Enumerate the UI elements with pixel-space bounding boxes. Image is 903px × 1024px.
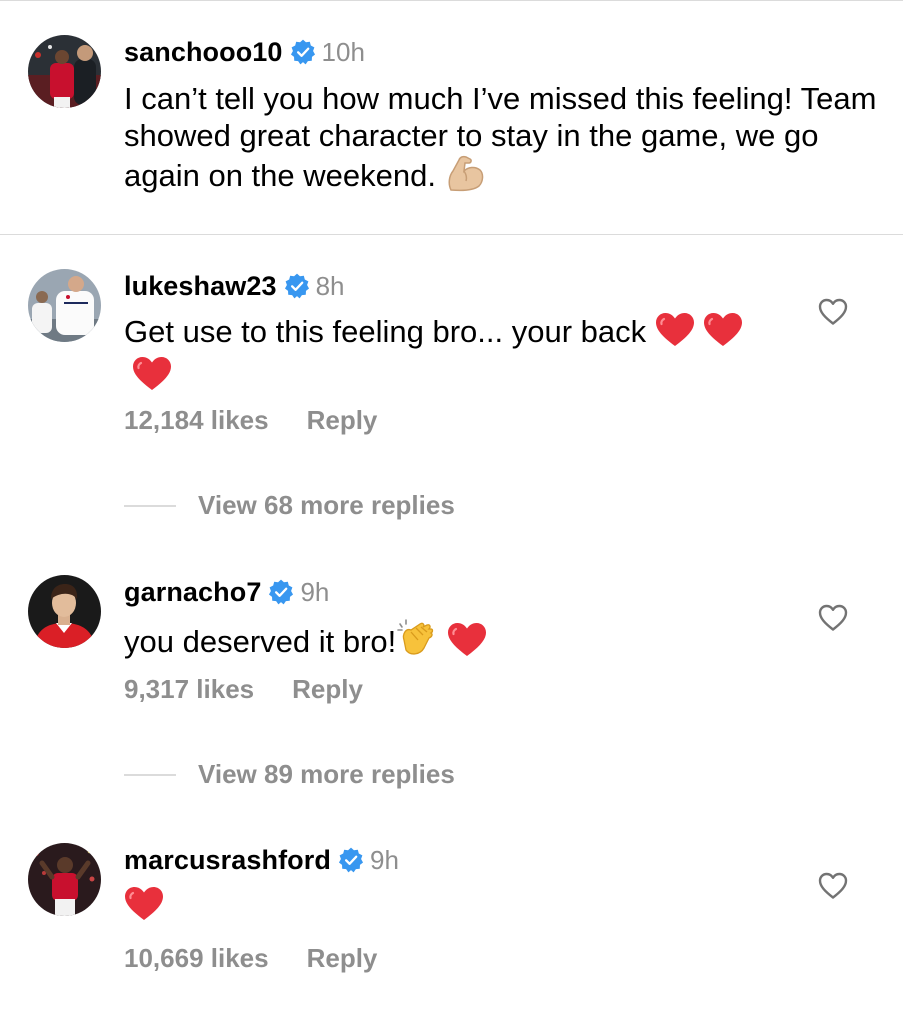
comment-text: Get use to this feeling bro... your back [124, 312, 784, 400]
comment-text-content: Get use to this feeling bro... your back [124, 314, 647, 349]
verified-badge-icon [268, 579, 294, 605]
comment-header: garnacho7 9h [124, 575, 329, 609]
post-caption: I can’t tell you how much I’ve missed th… [124, 80, 884, 200]
comment-header: marcusrashford 9h [124, 843, 399, 877]
view-replies-button[interactable]: View 89 more replies [124, 759, 455, 790]
replies-divider-line [124, 504, 176, 507]
comment-time: 9h [369, 844, 399, 875]
post-header: sanchooo10 10h [124, 35, 365, 69]
view-replies-button[interactable]: View 68 more replies [124, 490, 455, 521]
post-time: 10h [321, 36, 365, 67]
comment-meta: 12,184 likes Reply [124, 405, 377, 436]
top-divider [0, 0, 903, 1]
like-heart-icon[interactable] [818, 298, 848, 326]
comment-username[interactable]: garnacho7 [124, 577, 261, 608]
comment-meta: 9,317 likes Reply [124, 674, 363, 705]
comment-text: you deserved it bro! [124, 618, 784, 666]
garnacho7-avatar[interactable] [28, 575, 101, 648]
view-replies-label: View 89 more replies [198, 759, 455, 789]
comment-meta: 10,669 likes Reply [124, 943, 377, 974]
comment-username[interactable]: marcusrashford [124, 845, 331, 876]
comment-time: 9h [300, 576, 330, 607]
view-replies-label: View 68 more replies [198, 490, 455, 520]
like-heart-icon[interactable] [818, 604, 848, 632]
comments-screen: sanchooo10 10h I can’t tell you how much… [0, 0, 903, 1024]
comment-username[interactable]: lukeshaw23 [124, 271, 277, 302]
red-heart-icon [132, 356, 172, 400]
comment-header: lukeshaw23 8h [124, 269, 345, 303]
red-heart-icon [124, 886, 164, 930]
lukeshaw23-avatar[interactable] [28, 269, 101, 342]
reply-button[interactable]: Reply [292, 674, 363, 705]
post-username[interactable]: sanchooo10 [124, 37, 283, 68]
like-count[interactable]: 9,317 likes [124, 674, 254, 705]
replies-divider-line [124, 773, 176, 776]
reply-button[interactable]: Reply [307, 943, 378, 974]
like-count[interactable]: 10,669 likes [124, 943, 269, 974]
comment-text [124, 886, 784, 930]
verified-badge-icon [338, 847, 364, 873]
caption-divider [0, 234, 903, 235]
reply-button[interactable]: Reply [307, 405, 378, 436]
comment-text-content: you deserved it bro! [124, 624, 397, 659]
clapping-hands-icon [396, 618, 438, 666]
flexed-biceps-icon [445, 154, 485, 200]
red-heart-icon [703, 312, 743, 356]
verified-badge-icon [284, 273, 310, 299]
verified-badge-icon [290, 39, 316, 65]
red-heart-icon [655, 312, 695, 356]
sanchooo10-avatar[interactable] [28, 35, 101, 108]
marcusrashford-avatar[interactable] [28, 843, 101, 916]
red-heart-icon [447, 622, 487, 666]
like-heart-icon[interactable] [818, 872, 848, 900]
like-count[interactable]: 12,184 likes [124, 405, 269, 436]
post-caption-text: I can’t tell you how much I’ve missed th… [124, 81, 886, 193]
comment-time: 8h [315, 270, 345, 301]
